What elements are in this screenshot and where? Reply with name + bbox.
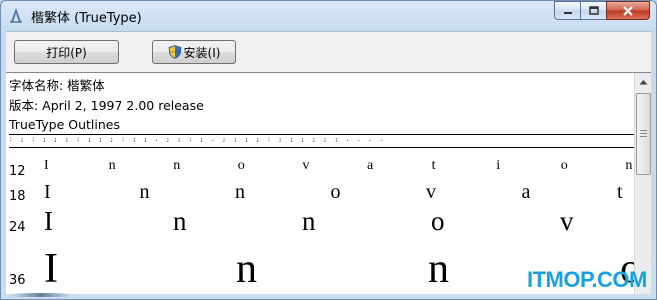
scroll-up-button[interactable] [635, 73, 651, 90]
caption-buttons [554, 1, 650, 21]
sample-glyph: i [496, 158, 501, 173]
window-title: 楷繁体 (TrueType) [31, 11, 142, 26]
install-button-label: 安装(I) [183, 45, 221, 60]
sample-glyph: v [302, 158, 310, 173]
sample-glyph: t [431, 158, 436, 173]
sample-glyph: a [521, 181, 531, 203]
sample-glyph: v [560, 206, 574, 236]
font-info: 字体名称: 楷繁体 版本: April 2, 1997 2.00 release… [9, 76, 204, 135]
install-button[interactable]: 安装(I) [152, 40, 236, 64]
sample-glyph: o [431, 206, 445, 236]
maximize-button[interactable] [580, 1, 606, 20]
sample-size-label: 24 [9, 220, 26, 235]
minimize-button[interactable] [554, 1, 580, 20]
sample-glyph: o [330, 181, 341, 203]
sample-glyph: a [367, 158, 374, 173]
scroll-grip-icon [640, 130, 647, 137]
resize-shadow [11, 293, 71, 297]
sample-glyph: n [139, 181, 150, 203]
sample-glyph: n [108, 158, 116, 173]
sample-glyph: o [237, 158, 245, 173]
sample-glyph: I [44, 206, 53, 236]
font-file-icon [10, 8, 22, 23]
scroll-thumb[interactable] [636, 93, 651, 175]
close-icon [623, 5, 633, 16]
divider [9, 147, 634, 148]
sample-glyph: n [625, 158, 633, 173]
minimize-icon [563, 11, 572, 14]
sample-glyph: t [617, 181, 623, 203]
sample-glyph: I [44, 181, 51, 203]
close-button[interactable] [606, 1, 650, 20]
sample-glyph: I [44, 158, 49, 173]
sample-size-label: 18 [9, 189, 26, 204]
sample-size-label: 12 [9, 164, 26, 179]
sample-glyph: n [302, 206, 316, 236]
sample-glyph: n [235, 181, 245, 203]
sample-glyph: v [426, 181, 436, 203]
sample-glyph: n [173, 206, 187, 236]
sample-glyph: n [428, 246, 449, 292]
font-name: 字体名称: 楷繁体 [9, 78, 105, 93]
font-type: TrueType Outlines [9, 117, 120, 132]
print-button[interactable]: 打印(P) [14, 40, 119, 64]
title-bar[interactable]: 楷繁体 (TrueType) [1, 1, 656, 29]
sample-glyph: o [560, 158, 568, 173]
font-preview-pane[interactable]: 字体名称: 楷繁体 版本: April 2, 1997 2.00 release… [6, 72, 651, 294]
sample-size-label: 36 [9, 273, 26, 288]
divider [9, 134, 634, 135]
sample-glyph: n [236, 246, 257, 292]
sample-glyph: I [44, 246, 58, 292]
font-viewer-window: 楷繁体 (TrueType) 打印(P) 安装(I) 字体名称: 楷繁体 版本:… [0, 0, 657, 300]
character-set-row: : ; : ; ; ; : ; ; ; : ; ; . ; ; : ; . ; … [9, 136, 386, 143]
sample-glyph: n [173, 158, 181, 173]
uac-shield-icon [168, 45, 181, 59]
scroll-up-arrow-icon [639, 79, 647, 84]
toolbar: 打印(P) 安装(I) [6, 31, 651, 72]
watermark: ITMOP.COM [527, 267, 647, 292]
print-button-label: 打印(P) [46, 45, 87, 60]
vertical-scrollbar[interactable] [634, 73, 651, 294]
maximize-icon [588, 6, 599, 15]
font-version: 版本: April 2, 1997 2.00 release [9, 97, 204, 113]
